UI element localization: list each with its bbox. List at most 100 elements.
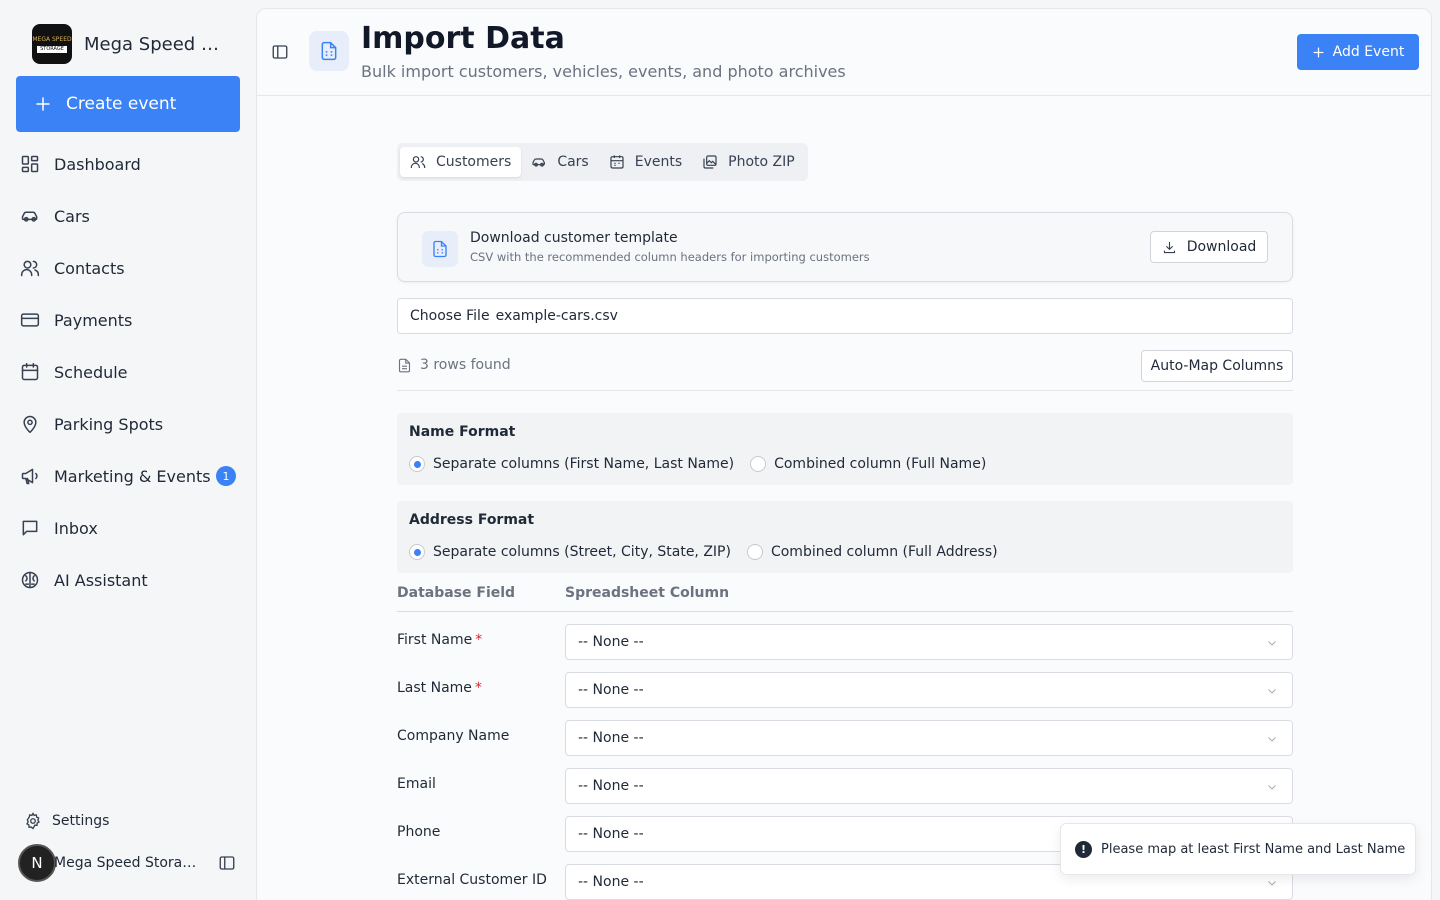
tab-cars[interactable]: Cars — [521, 147, 598, 177]
sidebar-nav: Dashboard Cars Contacts Payments Schedul… — [16, 138, 240, 606]
users-icon — [410, 156, 426, 168]
address-format-combined-option[interactable]: Combined column (Full Address) — [746, 544, 998, 560]
sidebar-item-parking-spots[interactable]: Parking Spots — [16, 398, 240, 450]
select-value: -- None -- — [578, 826, 644, 842]
choose-file-button[interactable]: Choose File — [410, 308, 490, 324]
email-column-select[interactable]: -- None -- — [565, 768, 1293, 804]
sidebar-item-label: Schedule — [54, 362, 128, 382]
tab-label: Photo ZIP — [728, 154, 795, 170]
add-event-button[interactable]: Add Event — [1297, 34, 1419, 70]
select-value: -- None -- — [578, 730, 644, 746]
field-label: Phone — [397, 824, 441, 840]
images-icon — [703, 155, 717, 169]
ai-brain-icon — [21, 571, 39, 589]
map-pin-icon — [23, 415, 37, 434]
tab-label: Customers — [436, 154, 512, 170]
chevron-down-icon — [1268, 737, 1276, 742]
select-value: -- None -- — [578, 778, 644, 794]
page-subtitle: Bulk import customers, vehicles, events,… — [361, 62, 846, 81]
settings-link[interactable]: Settings — [24, 812, 109, 830]
template-icon — [422, 231, 458, 267]
address-format-separate-option[interactable]: Separate columns (Street, City, State, Z… — [409, 544, 731, 560]
template-title: Download customer template — [470, 230, 678, 246]
radio-unselected[interactable] — [746, 544, 763, 560]
tab-customers[interactable]: Customers — [400, 147, 522, 177]
template-card: Download customer template CSV with the … — [397, 212, 1293, 282]
file-input[interactable]: Choose File example-cars.csv — [397, 298, 1293, 334]
add-event-label: Add Event — [1332, 44, 1405, 60]
sidebar-item-schedule[interactable]: Schedule — [16, 346, 240, 398]
avatar: N — [18, 844, 56, 882]
radio-label: Combined column (Full Name) — [774, 456, 987, 472]
plus-icon — [36, 97, 50, 111]
brand[interactable]: MEGA SPEED STORAGE Mega Speed Storage — [32, 24, 229, 64]
address-format-title: Address Format — [409, 512, 535, 528]
field-label: Company Name — [397, 728, 510, 744]
radio-selected[interactable] — [409, 544, 425, 560]
contacts-icon — [20, 260, 40, 277]
address-format-section: Address Format Separate columns (Street,… — [397, 501, 1293, 573]
tab-events[interactable]: Events — [599, 147, 692, 177]
notification-badge: 1 — [216, 466, 236, 486]
credit-card-icon — [20, 313, 40, 327]
file-spreadsheet-icon — [433, 240, 447, 258]
sidebar-item-cars[interactable]: Cars — [16, 190, 240, 242]
create-event-label: Create event — [66, 94, 177, 114]
select-value: -- None -- — [578, 682, 644, 698]
name-format-separate-option[interactable]: Separate columns (First Name, Last Name) — [409, 456, 734, 472]
sidebar-item-label: Contacts — [54, 258, 125, 278]
logo-text-top: MEGA SPEED — [32, 35, 72, 43]
message-square-icon — [22, 520, 38, 536]
download-label: Download — [1186, 239, 1257, 255]
tab-label: Cars — [557, 154, 589, 170]
toast-message: Please map at least First Name and Last … — [1101, 841, 1406, 857]
field-name: Last Name — [397, 680, 472, 696]
brand-name: Mega Speed Storage — [84, 33, 229, 55]
sidebar-item-contacts[interactable]: Contacts — [16, 242, 240, 294]
download-template-button[interactable]: Download — [1150, 231, 1268, 263]
name-format-options: Separate columns (First Name, Last Name)… — [409, 456, 1002, 472]
column-header-spreadsheet-column: Spreadsheet Column — [565, 585, 730, 601]
sidebar-item-label: Marketing & Events — [54, 466, 211, 486]
calendar-icon — [21, 362, 39, 381]
radio-unselected[interactable] — [750, 456, 767, 472]
chevron-down-icon — [1268, 785, 1276, 790]
radio-selected[interactable] — [409, 456, 425, 472]
radio-label: Separate columns (Street, City, State, Z… — [433, 544, 731, 560]
sidebar-item-label: Parking Spots — [54, 414, 164, 434]
table-row: Company Name -- None -- — [397, 720, 1293, 756]
user-menu[interactable]: N Mega Speed Storage — [18, 843, 240, 883]
template-subtitle: CSV with the recommended column headers … — [470, 250, 870, 264]
plus-icon — [1313, 47, 1324, 57]
select-value: -- None -- — [578, 874, 644, 890]
chevron-down-icon — [1268, 881, 1276, 886]
first-name-column-select[interactable]: -- None -- — [565, 624, 1293, 660]
divider — [397, 390, 1293, 391]
sidebar-item-inbox[interactable]: Inbox — [16, 502, 240, 554]
chevron-down-icon — [1268, 689, 1276, 694]
file-spreadsheet-icon — [321, 41, 337, 61]
field-label: External Customer ID — [397, 872, 547, 888]
sidebar-item-payments[interactable]: Payments — [16, 294, 240, 346]
tab-label: Events — [634, 154, 683, 170]
auto-map-columns-button[interactable]: Auto-Map Columns — [1141, 350, 1293, 382]
sidebar-collapse-button[interactable] — [218, 854, 236, 872]
sidebar-item-ai-assistant[interactable]: AI Assistant — [16, 554, 240, 606]
sidebar-item-dashboard[interactable]: Dashboard — [16, 138, 240, 190]
create-event-button[interactable]: Create event — [16, 76, 240, 132]
sidebar-item-label: Dashboard — [54, 154, 141, 174]
rows-found-status: 3 rows found — [397, 357, 511, 373]
panel-toggle-button[interactable] — [271, 43, 289, 61]
file-icon — [398, 358, 411, 372]
megaphone-icon — [21, 468, 38, 485]
alert-icon: ! — [1075, 840, 1092, 858]
field-label: First Name * — [397, 632, 482, 648]
last-name-column-select[interactable]: -- None -- — [565, 672, 1293, 708]
company-name-column-select[interactable]: -- None -- — [565, 720, 1293, 756]
name-format-combined-option[interactable]: Combined column (Full Name) — [750, 456, 986, 472]
sidebar-toggle-icon — [272, 45, 288, 59]
tab-photo-zip[interactable]: Photo ZIP — [692, 147, 805, 177]
mapping-table-header: Database Field Spreadsheet Column — [397, 583, 1293, 612]
sidebar-item-marketing-events[interactable]: Marketing & Events 1 — [16, 450, 240, 502]
table-row: Last Name * -- None -- — [397, 672, 1293, 708]
